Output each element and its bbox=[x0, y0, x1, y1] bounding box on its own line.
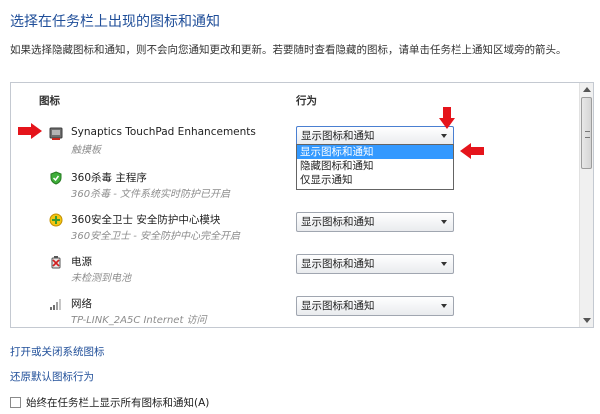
annotation-arrow-right-icon bbox=[18, 123, 42, 139]
always-show-all-icons-option[interactable]: 始终在任务栏上显示所有图标和通知(A) bbox=[10, 395, 209, 410]
item-subtitle: TP-LINK_2A5C Internet 访问 bbox=[71, 315, 207, 326]
list-item-network: 网络 TP-LINK_2A5C Internet 访问 显示图标和通知 bbox=[11, 291, 571, 327]
behavior-select-360-security-guard[interactable]: 显示图标和通知 bbox=[296, 212, 454, 232]
notification-icon-list: 图标 行为 Synaptics TouchPad Enhancements 触摸… bbox=[10, 82, 594, 328]
behavior-select-network[interactable]: 显示图标和通知 bbox=[296, 296, 454, 316]
item-name: 网络 bbox=[71, 298, 92, 310]
chevron-down-icon bbox=[441, 134, 447, 138]
always-show-checkbox[interactable] bbox=[10, 397, 21, 408]
item-subtitle: 360杀毒 - 文件系统实时防护已开启 bbox=[71, 189, 231, 200]
list-item-360-antivirus: 360杀毒 主程序 360杀毒 - 文件系统实时防护已开启 bbox=[11, 165, 571, 205]
column-header-behavior: 行为 bbox=[296, 95, 317, 107]
list-item-power: 电源 未检测到电池 显示图标和通知 bbox=[11, 249, 571, 289]
shield-icon bbox=[49, 171, 63, 185]
touchpad-icon bbox=[49, 127, 63, 141]
power-icon bbox=[49, 255, 63, 269]
network-icon bbox=[49, 297, 63, 311]
behavior-select-synaptics[interactable]: 显示图标和通知 bbox=[296, 126, 454, 146]
page-title: 选择在任务栏上出现的图标和通知 bbox=[10, 14, 220, 30]
behavior-select-value: 显示图标和通知 bbox=[301, 216, 375, 228]
behavior-select-value: 显示图标和通知 bbox=[301, 300, 375, 312]
item-subtitle: 360安全卫士 - 安全防护中心完全开启 bbox=[71, 231, 241, 242]
item-subtitle: 未检测到电池 bbox=[71, 273, 131, 284]
security-guard-icon bbox=[49, 213, 63, 227]
annotation-arrow-down-icon bbox=[439, 107, 455, 129]
item-name: 360杀毒 主程序 bbox=[71, 172, 147, 184]
behavior-dropdown-list: 显示图标和通知 隐藏图标和通知 仅显示通知 bbox=[296, 144, 454, 190]
behavior-select-value: 显示图标和通知 bbox=[301, 130, 375, 142]
dropdown-option-show-icon-and-notifications[interactable]: 显示图标和通知 bbox=[297, 145, 453, 159]
vertical-scrollbar[interactable] bbox=[579, 83, 593, 327]
column-header-icon: 图标 bbox=[39, 95, 60, 107]
dropdown-option-hide-icon-and-notifications[interactable]: 隐藏图标和通知 bbox=[297, 159, 453, 173]
item-name: 360安全卫士 安全防护中心模块 bbox=[71, 214, 221, 226]
scroll-down-arrow-icon[interactable] bbox=[583, 318, 591, 323]
list-item-360-security-guard: 360安全卫士 安全防护中心模块 360安全卫士 - 安全防护中心完全开启 显示… bbox=[11, 207, 571, 247]
item-name: Synaptics TouchPad Enhancements bbox=[71, 126, 256, 138]
always-show-checkbox-label: 始终在任务栏上显示所有图标和通知(A) bbox=[26, 397, 210, 409]
chevron-down-icon bbox=[441, 304, 447, 308]
list-item-synaptics: Synaptics TouchPad Enhancements 触摸板 显示图标… bbox=[11, 121, 571, 161]
link-restore-default-behavior[interactable]: 还原默认图标行为 bbox=[10, 369, 94, 384]
behavior-select-power[interactable]: 显示图标和通知 bbox=[296, 254, 454, 274]
page-description: 如果选择隐藏图标和通知，则不会向您通知更改和更新。若要随时查看隐藏的图标，请单击… bbox=[10, 44, 567, 56]
item-subtitle: 触摸板 bbox=[71, 145, 101, 156]
item-name: 电源 bbox=[71, 256, 92, 268]
dropdown-option-only-show-notifications[interactable]: 仅显示通知 bbox=[297, 173, 453, 187]
link-toggle-system-icons[interactable]: 打开或关闭系统图标 bbox=[10, 344, 105, 359]
annotation-arrow-left-icon bbox=[460, 143, 484, 159]
chevron-down-icon bbox=[441, 220, 447, 224]
scroll-up-arrow-icon[interactable] bbox=[583, 87, 591, 92]
behavior-select-value: 显示图标和通知 bbox=[301, 258, 375, 270]
chevron-down-icon bbox=[441, 262, 447, 266]
scrollbar-thumb[interactable] bbox=[581, 97, 592, 169]
grip-icon bbox=[585, 131, 590, 138]
